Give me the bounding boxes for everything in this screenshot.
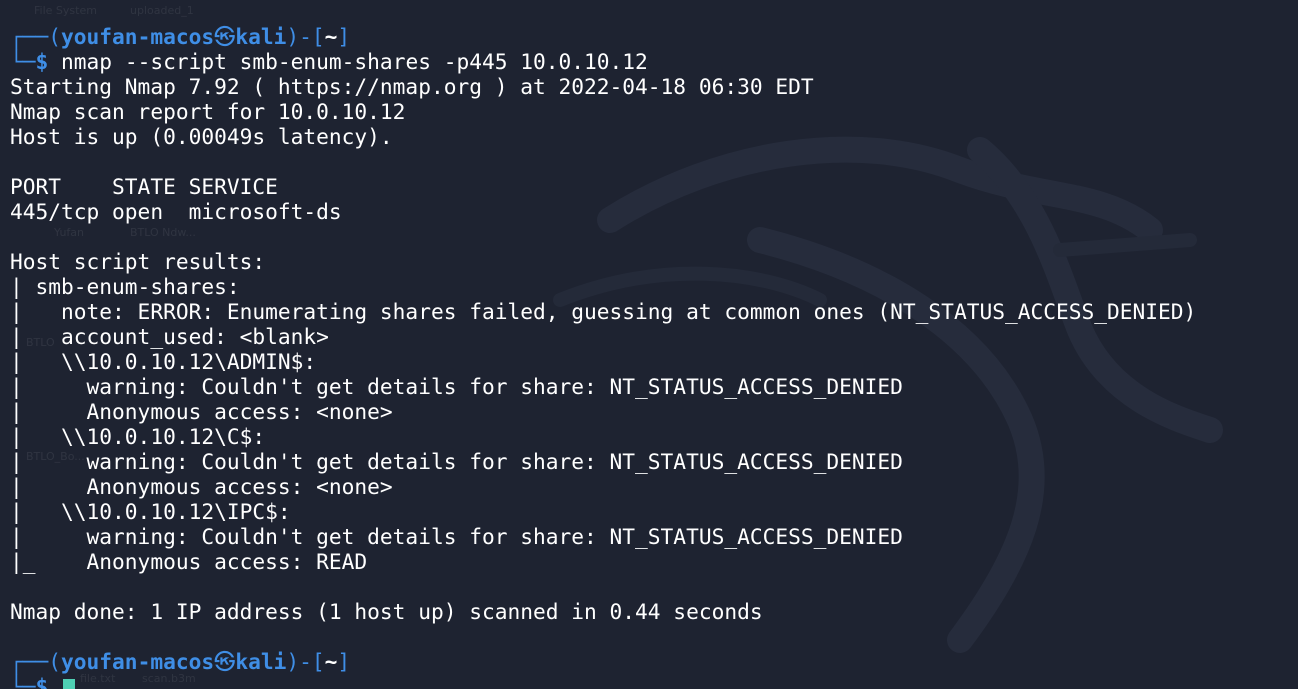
prompt-bracket: )-[ [286, 649, 325, 674]
output-line: | smb-enum-shares: [10, 274, 240, 299]
prompt-bracket: ] [337, 649, 351, 674]
prompt-cwd: ~ [324, 24, 338, 49]
command-text: nmap --script smb-enum-shares -p445 10.0… [48, 49, 648, 74]
output-line: Nmap scan report for 10.0.10.12 [10, 99, 406, 124]
prompt-dollar: $ [35, 674, 49, 689]
output-line: Starting Nmap 7.92 ( https://nmap.org ) … [10, 74, 814, 99]
prompt-bracket: )-[ [286, 24, 325, 49]
desktop-icon-label[interactable]: File System [34, 4, 97, 17]
output-line: PORT STATE SERVICE [10, 174, 278, 199]
input-line[interactable]: └─$ [10, 674, 76, 689]
output-line: | account_used: <blank> [10, 324, 329, 349]
output-line: | \\10.0.10.12\IPC$: [10, 499, 291, 524]
output-line: | warning: Couldn't get details for shar… [10, 374, 903, 399]
output-line: | \\10.0.10.12\ADMIN$: [10, 349, 317, 374]
prompt-host: kali [235, 649, 287, 674]
terminal-window[interactable]: ┌──(youfan-macos㉿kali)-[~] └─$ nmap --sc… [10, 24, 1290, 689]
output-line: | \\10.0.10.12\C$: [10, 424, 266, 449]
prompt-corner: └─ [10, 49, 36, 74]
prompt-host: kali [235, 24, 287, 49]
output-line: |_ Anonymous access: READ [10, 549, 368, 574]
output-line: | note: ERROR: Enumerating shares failed… [10, 299, 1197, 324]
output-line: | warning: Couldn't get details for shar… [10, 449, 903, 474]
output-line: | warning: Couldn't get details for shar… [10, 524, 903, 549]
kali-separator-icon: ㉿ [214, 24, 236, 49]
output-line: Host is up (0.00049s latency). [10, 124, 393, 149]
prompt-corner: └─ [10, 674, 36, 689]
output-line: | Anonymous access: <none> [10, 474, 393, 499]
prompt-top-line: ┌──(youfan-macos㉿kali)-[~] [10, 24, 350, 49]
prompt-bracket: ] [337, 24, 351, 49]
desktop-icon-label[interactable]: uploaded_1 [130, 4, 194, 17]
prompt-corner: ┌──( [10, 649, 62, 674]
command-line: └─$ nmap --script smb-enum-shares -p445 … [10, 49, 648, 74]
output-line: Host script results: [10, 249, 266, 274]
prompt-top-line: ┌──(youfan-macos㉿kali)-[~] [10, 649, 350, 674]
prompt-user: youfan-macos [61, 649, 215, 674]
prompt-dollar: $ [35, 49, 49, 74]
output-line: Nmap done: 1 IP address (1 host up) scan… [10, 599, 763, 624]
prompt-user: youfan-macos [61, 24, 215, 49]
prompt-corner: ┌──( [10, 24, 62, 49]
output-line: | Anonymous access: <none> [10, 399, 393, 424]
output-line: 445/tcp open microsoft-ds [10, 199, 342, 224]
prompt-cwd: ~ [324, 649, 338, 674]
text-cursor[interactable] [63, 679, 76, 689]
kali-separator-icon: ㉿ [214, 649, 236, 674]
